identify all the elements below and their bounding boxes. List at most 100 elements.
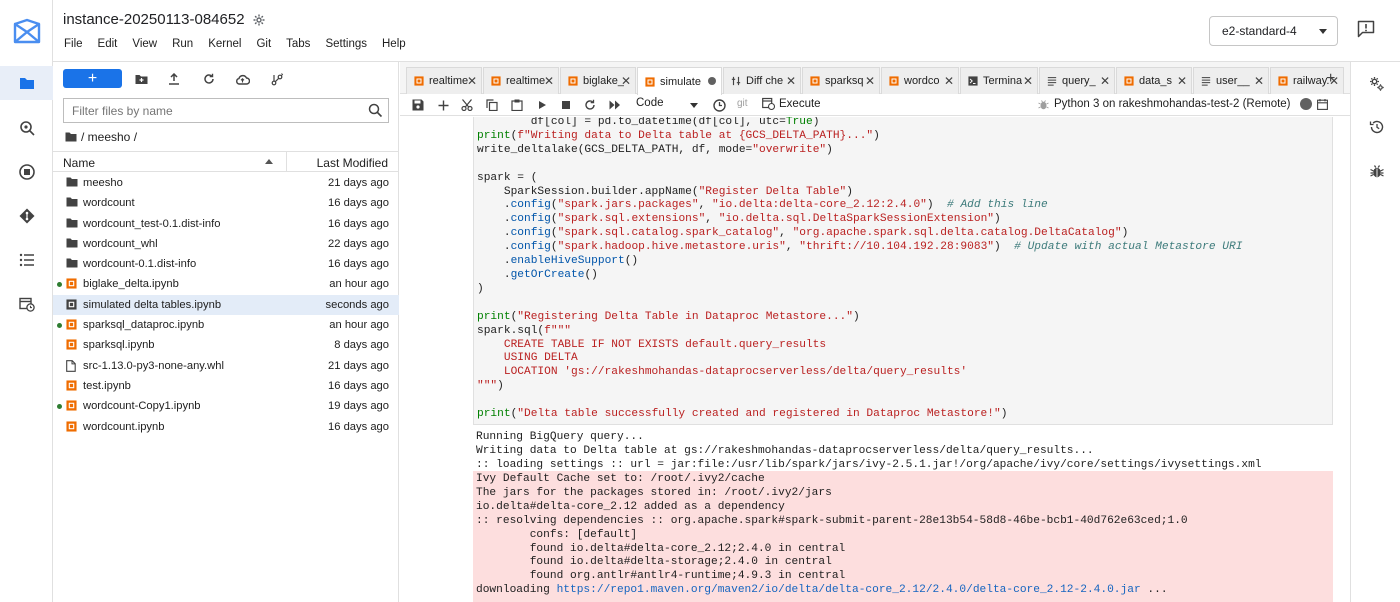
cloud-storage-button[interactable] — [233, 70, 251, 88]
menu-run[interactable]: Run — [172, 38, 193, 50]
running-indicator-icon — [57, 323, 62, 329]
save-button[interactable] — [411, 98, 425, 112]
new-folder-icon — [135, 74, 147, 84]
kernel-status[interactable]: Python 3 on rakeshmohandas-test-2 (Remot… — [1038, 98, 1328, 110]
sort-ascending-icon[interactable] — [265, 159, 273, 164]
close-icon[interactable]: ✕ — [865, 74, 875, 88]
file-row[interactable]: src-1.13.0-py3-none-any.whl 21 days ago — [53, 356, 399, 376]
file-row[interactable]: meesho 21 days ago — [53, 173, 399, 193]
column-resize-handle[interactable] — [286, 152, 287, 172]
bug-icon — [1038, 99, 1049, 109]
name-column-header[interactable]: Name — [63, 156, 95, 170]
document-tab[interactable]: query_ ✕ — [1039, 67, 1115, 94]
scheduler-tab[interactable] — [13, 290, 41, 318]
search-tab[interactable] — [13, 114, 41, 142]
file-row[interactable]: wordcount 16 days ago — [53, 193, 399, 213]
close-icon[interactable]: ✕ — [786, 74, 796, 88]
file-modified: seconds ago — [325, 298, 389, 311]
close-icon[interactable]: ✕ — [1177, 74, 1187, 88]
gear-icon[interactable] — [253, 14, 265, 26]
menu-kernel[interactable]: Kernel — [208, 38, 241, 50]
file-row[interactable]: wordcount_test-0.1.dist-info 16 days ago — [53, 214, 399, 234]
add-tab-button[interactable]: + — [1326, 70, 1335, 88]
new-folder-button[interactable] — [132, 70, 150, 88]
menu-view[interactable]: View — [132, 38, 157, 50]
file-row[interactable]: biglake_delta.ipynb an hour ago — [53, 274, 399, 294]
download-url-link[interactable]: https://repo1.maven.org/maven2/io/delta/… — [557, 584, 1141, 596]
document-tab[interactable]: realtime ✕ — [483, 67, 559, 94]
file-browser-tab[interactable] — [0, 66, 53, 100]
calendar-icon[interactable] — [1316, 98, 1328, 110]
document-tab[interactable]: user__ ✕ — [1193, 67, 1269, 94]
menu-git[interactable]: Git — [256, 38, 271, 50]
file-modified: 16 days ago — [328, 197, 389, 210]
interrupt-kernel-button[interactable] — [559, 98, 573, 112]
menu-edit[interactable]: Edit — [98, 38, 118, 50]
insert-cell-button[interactable] — [436, 98, 450, 112]
cut-cell-button[interactable] — [460, 98, 474, 112]
file-row[interactable]: wordcount-0.1.dist-info 16 days ago — [53, 254, 399, 274]
file-browser-panel: + Filter files by name / meesho / Name L… — [53, 62, 399, 602]
property-inspector-tab[interactable] — [1368, 75, 1386, 93]
close-icon[interactable]: ✕ — [544, 74, 554, 88]
last-modified-column-header[interactable]: Last Modified — [317, 156, 388, 170]
git-label[interactable]: git — [737, 98, 748, 109]
schedule-button[interactable] — [712, 98, 726, 112]
file-row[interactable]: sparksql.ipynb 8 days ago — [53, 335, 399, 355]
close-icon[interactable]: ✕ — [467, 74, 477, 88]
menu-settings[interactable]: Settings — [325, 38, 367, 50]
copy-cell-button[interactable] — [485, 98, 499, 112]
close-icon[interactable]: ✕ — [944, 74, 954, 88]
menu-file[interactable]: File — [64, 38, 83, 50]
refresh-button[interactable] — [200, 70, 218, 88]
document-tab[interactable]: simulate — [637, 67, 722, 95]
document-tab[interactable]: data_s ✕ — [1116, 67, 1192, 94]
close-icon[interactable]: ✕ — [621, 74, 631, 88]
table-of-contents-tab[interactable] — [13, 246, 41, 274]
file-modified: 21 days ago — [328, 177, 389, 189]
close-icon[interactable]: ✕ — [1023, 74, 1033, 88]
git-tab[interactable] — [13, 202, 41, 230]
file-name: simulated delta tables.ipynb — [83, 298, 222, 311]
history-tab[interactable] — [1368, 118, 1386, 136]
git-clone-button[interactable] — [268, 70, 286, 88]
document-tab[interactable]: Termina ✕ — [960, 67, 1038, 94]
document-tab[interactable]: biglake_ ✕ — [560, 67, 636, 94]
file-row[interactable]: wordcount.ipynb 16 days ago — [53, 417, 399, 437]
execute-button[interactable]: Execute — [762, 97, 821, 110]
restart-run-all-button[interactable] — [608, 98, 622, 112]
refresh-icon — [204, 73, 214, 84]
debugger-tab[interactable] — [1368, 162, 1386, 180]
file-row[interactable]: sparksql_dataproc.ipynb an hour ago — [53, 315, 399, 335]
running-kernels-tab[interactable] — [13, 158, 41, 186]
paste-cell-button[interactable] — [510, 98, 524, 112]
file-row[interactable]: wordcount_whl 22 days ago — [53, 234, 399, 254]
terminal-icon — [968, 76, 978, 86]
close-icon[interactable]: ✕ — [1100, 74, 1110, 88]
unsaved-dot-icon[interactable] — [708, 77, 716, 85]
document-tab[interactable]: Diff che ✕ — [723, 67, 801, 94]
run-cell-button[interactable] — [535, 98, 549, 112]
breadcrumb[interactable]: / meesho / — [65, 130, 137, 144]
upload-button[interactable] — [165, 70, 183, 88]
document-tab[interactable]: sparksq ✕ — [802, 67, 880, 94]
file-row[interactable]: simulated delta tables.ipynb seconds ago — [53, 294, 399, 316]
chat-feedback-icon[interactable] — [1357, 20, 1375, 38]
tab-label: realtime — [506, 75, 546, 87]
menu-help[interactable]: Help — [382, 38, 406, 50]
menu-tabs[interactable]: Tabs — [286, 38, 310, 50]
document-tab[interactable]: wordco ✕ — [881, 67, 959, 94]
restart-kernel-button[interactable] — [583, 98, 597, 112]
machine-type-select[interactable]: e2-standard-4 — [1209, 16, 1338, 46]
document-tab[interactable]: realtime ✕ — [406, 67, 482, 94]
new-launcher-button[interactable]: + — [63, 69, 122, 88]
file-row[interactable]: wordcount-Copy1.ipynb 19 days ago — [53, 396, 399, 416]
code-cell-editor[interactable]: df[col] = pd.to_datetime(df[col], utc=Tr… — [473, 117, 1333, 425]
file-row[interactable]: test.ipynb 16 days ago — [53, 376, 399, 396]
cell-type-select[interactable]: Code — [636, 97, 698, 109]
file-name: wordcount — [83, 197, 135, 210]
close-icon[interactable]: ✕ — [1254, 74, 1264, 88]
breadcrumb-path: / meesho / — [81, 130, 138, 144]
filter-files-input[interactable]: Filter files by name — [63, 98, 389, 123]
restart-icon — [585, 99, 595, 110]
